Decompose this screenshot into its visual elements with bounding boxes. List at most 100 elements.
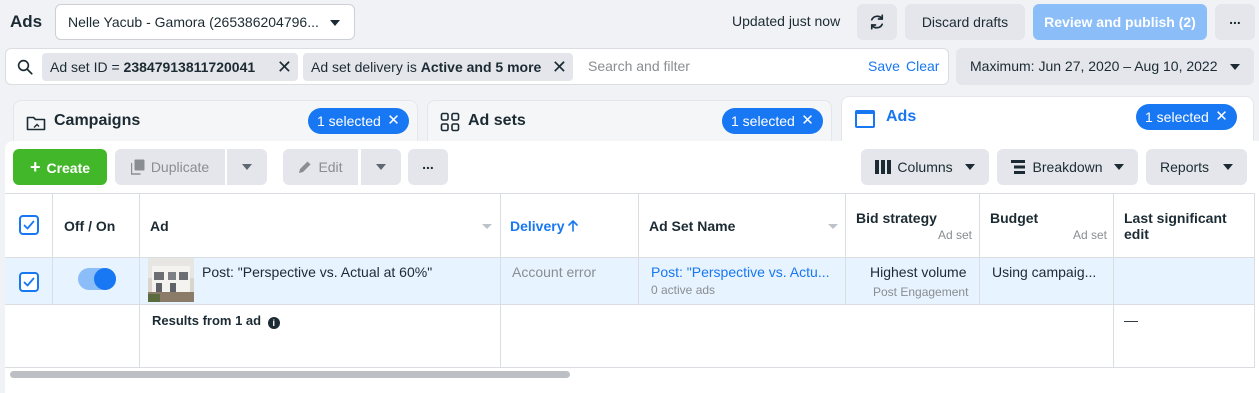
breakdown-icon bbox=[1010, 160, 1025, 174]
account-selector[interactable]: Nelle Yacub - Gamora (265386204796... bbox=[55, 4, 355, 40]
selected-count: 1 selected bbox=[1145, 109, 1209, 125]
column-header-bid-strategy[interactable]: Bid strategy bbox=[856, 210, 937, 226]
chevron-down-icon bbox=[964, 164, 975, 170]
search-icon bbox=[17, 59, 33, 75]
budget-value: Using campaig... bbox=[992, 264, 1097, 280]
edit-label: Edit bbox=[318, 159, 343, 175]
grid-icon bbox=[440, 112, 460, 132]
close-icon[interactable]: ✕ bbox=[387, 108, 400, 134]
results-last-edit: — bbox=[1124, 312, 1138, 328]
breakdown-button[interactable]: Breakdown bbox=[997, 149, 1138, 185]
sort-caret-icon[interactable] bbox=[482, 224, 492, 229]
delivery-status: Account error bbox=[512, 264, 597, 280]
divider bbox=[1113, 193, 1114, 368]
clear-filter-link[interactable]: Clear bbox=[906, 58, 939, 74]
ad-thumbnail[interactable] bbox=[148, 258, 194, 302]
filter-chip-delivery[interactable]: Ad set delivery is Active and 5 more ✕ bbox=[303, 53, 573, 81]
column-subheader: Ad set bbox=[1073, 228, 1108, 242]
header-line: Last significant bbox=[1124, 210, 1227, 226]
create-button[interactable]: + Create bbox=[13, 149, 107, 185]
chip-prefix: Ad set ID = bbox=[50, 59, 124, 75]
tab-campaigns[interactable]: Campaigns 1 selected ✕ bbox=[13, 100, 418, 144]
column-header-ad[interactable]: Ad bbox=[150, 218, 169, 234]
refresh-button[interactable] bbox=[857, 4, 897, 40]
tab-label: Campaigns bbox=[54, 112, 141, 129]
search-input[interactable]: Search and filter bbox=[588, 58, 690, 74]
edit-dropdown-button[interactable] bbox=[361, 149, 401, 185]
checkmark-icon bbox=[23, 277, 35, 287]
chip-prefix: Ad set delivery is bbox=[311, 59, 421, 75]
update-status: Updated just now bbox=[732, 13, 841, 29]
refresh-icon bbox=[870, 14, 884, 30]
bid-strategy-sub: Post Engagement bbox=[873, 285, 969, 299]
results-label: Results from 1 ad bbox=[152, 313, 262, 328]
selected-pill[interactable]: 1 selected ✕ bbox=[722, 108, 823, 134]
column-header-last-edit[interactable]: Last significant edit bbox=[1124, 210, 1227, 242]
save-filter-link[interactable]: Save bbox=[868, 58, 900, 74]
close-icon[interactable]: ✕ bbox=[277, 53, 292, 81]
reports-button[interactable]: Reports bbox=[1146, 149, 1247, 185]
columns-button[interactable]: Columns bbox=[861, 149, 989, 185]
ad-name[interactable]: Post: "Perspective vs. Actual at 60%" bbox=[202, 264, 432, 280]
duplicate-label: Duplicate bbox=[150, 159, 210, 175]
sort-caret-icon[interactable] bbox=[828, 224, 838, 229]
selected-count: 1 selected bbox=[317, 113, 381, 129]
bid-strategy-value: Highest volume bbox=[870, 264, 967, 280]
column-header-toggle[interactable]: Off / On bbox=[64, 218, 115, 234]
column-header-delivery[interactable]: Delivery bbox=[510, 218, 579, 234]
account-name: Nelle Yacub - Gamora (265386204796... bbox=[68, 14, 319, 30]
review-publish-button[interactable]: Review and publish (2) bbox=[1033, 4, 1207, 40]
close-icon[interactable]: ✕ bbox=[552, 53, 567, 81]
divider bbox=[845, 193, 846, 305]
column-header-budget[interactable]: Budget bbox=[990, 210, 1038, 226]
top-bar: Ads Nelle Yacub - Gamora (265386204796..… bbox=[0, 0, 1259, 46]
selected-pill[interactable]: 1 selected ✕ bbox=[1136, 104, 1237, 130]
duplicate-dropdown-button[interactable] bbox=[227, 149, 267, 185]
row-checkbox[interactable] bbox=[19, 272, 39, 292]
divider bbox=[139, 193, 140, 368]
divider bbox=[52, 193, 53, 305]
column-subheader: Ad set bbox=[938, 228, 973, 242]
page-title: Ads bbox=[10, 12, 43, 31]
filter-chip-adset-id[interactable]: Ad set ID = 23847913811720041 ✕ bbox=[42, 53, 298, 81]
close-icon[interactable]: ✕ bbox=[801, 108, 814, 134]
date-range-picker[interactable]: Maximum: Jun 27, 2020 – Aug 10, 2022 bbox=[956, 48, 1254, 85]
delivery-header-label: Delivery bbox=[510, 218, 565, 234]
tab-label: Ads bbox=[886, 108, 917, 125]
chevron-down-icon bbox=[330, 20, 340, 26]
selected-pill[interactable]: 1 selected ✕ bbox=[308, 108, 409, 134]
search-filter-bar[interactable]: Ad set ID = 23847913811720041 ✕ Ad set d… bbox=[5, 48, 949, 85]
adset-name-link[interactable]: Post: "Perspective vs. Actu... bbox=[651, 264, 830, 280]
divider bbox=[638, 193, 639, 305]
divider bbox=[979, 193, 980, 305]
divider bbox=[500, 193, 501, 368]
column-header-adset-name[interactable]: Ad Set Name bbox=[649, 218, 735, 234]
edit-button[interactable]: Edit bbox=[283, 149, 358, 185]
tab-ads[interactable]: Ads 1 selected ✕ bbox=[841, 96, 1254, 144]
columns-icon bbox=[875, 160, 892, 174]
date-range-label: Maximum: Jun 27, 2020 – Aug 10, 2022 bbox=[970, 58, 1218, 74]
chip-value: 23847913811720041 bbox=[123, 59, 256, 75]
discard-drafts-button[interactable]: Discard drafts bbox=[905, 4, 1025, 40]
header-line: edit bbox=[1124, 226, 1149, 242]
duplicate-button[interactable]: Duplicate bbox=[115, 149, 225, 185]
chevron-down-icon bbox=[242, 164, 252, 170]
selected-count: 1 selected bbox=[731, 113, 795, 129]
tab-ad-sets[interactable]: Ad sets 1 selected ✕ bbox=[427, 100, 832, 144]
chevron-down-icon bbox=[1230, 64, 1240, 70]
info-icon[interactable]: i bbox=[267, 317, 280, 329]
select-all-checkbox[interactable] bbox=[19, 215, 39, 235]
checkmark-icon bbox=[23, 220, 35, 230]
more-actions-button[interactable]: ... bbox=[408, 149, 448, 185]
breakdown-label: Breakdown bbox=[1032, 159, 1103, 175]
folder-icon bbox=[26, 116, 46, 131]
ad-toggle[interactable] bbox=[78, 268, 116, 290]
close-icon[interactable]: ✕ bbox=[1215, 104, 1228, 130]
plus-icon: + bbox=[29, 157, 41, 177]
ad-thumbnail-image bbox=[148, 258, 194, 302]
divider bbox=[5, 304, 1255, 305]
pencil-icon bbox=[299, 161, 311, 173]
sort-up-arrow-icon bbox=[568, 220, 579, 232]
more-options-button[interactable]: ... bbox=[1215, 4, 1255, 40]
scrollbar-thumb[interactable] bbox=[10, 371, 570, 378]
